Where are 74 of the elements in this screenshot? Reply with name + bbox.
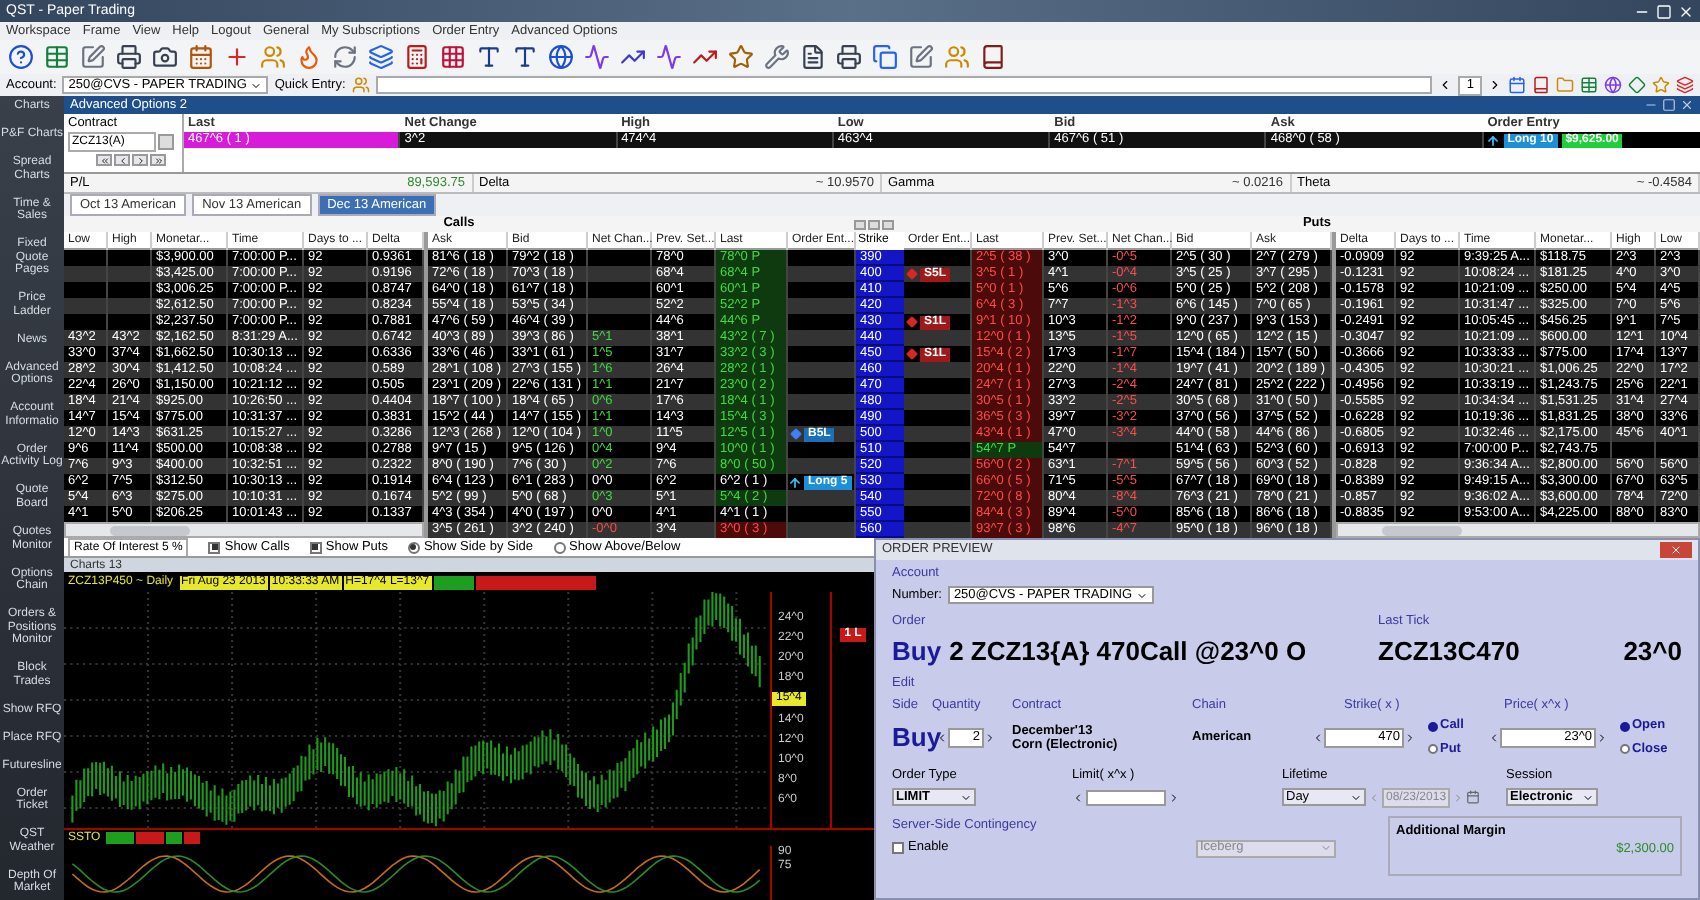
text-icon[interactable] (512, 44, 538, 70)
radio-button[interactable] (1428, 744, 1438, 755)
checkbox[interactable] (892, 842, 904, 855)
wave-icon[interactable] (656, 44, 682, 70)
folder-icon[interactable] (1556, 76, 1574, 94)
document-icon[interactable] (800, 44, 826, 70)
close-icon[interactable] (1680, 98, 1694, 112)
plus-icon[interactable] (224, 44, 250, 70)
help-icon[interactable] (8, 44, 34, 70)
nav-button[interactable] (132, 154, 148, 166)
layers-icon[interactable] (1676, 76, 1694, 94)
up-arrow-icon (788, 475, 802, 489)
nav-button[interactable] (96, 154, 112, 166)
caret-icon (250, 79, 263, 91)
radio-button[interactable] (1428, 721, 1438, 732)
caret-icon (1136, 589, 1149, 602)
calendar-icon[interactable] (188, 44, 214, 70)
close-icon (1670, 544, 1682, 556)
grid-icon[interactable] (440, 44, 466, 70)
diamond-icon[interactable] (1628, 76, 1646, 94)
flame-icon[interactable] (296, 44, 322, 70)
wave-icon[interactable] (584, 44, 610, 70)
diamond-icon (790, 428, 802, 440)
price-text: 23^0 (1623, 634, 1682, 671)
radio-button[interactable] (1620, 721, 1630, 732)
printer-icon[interactable] (836, 44, 862, 70)
text-icon[interactable] (476, 44, 502, 70)
printer-icon[interactable] (116, 44, 142, 70)
book-icon[interactable] (1532, 76, 1550, 94)
diamond-icon (906, 268, 918, 280)
pen-icon[interactable] (908, 44, 934, 70)
caret-icon (1582, 791, 1594, 803)
copy-icon[interactable] (872, 44, 898, 70)
limit-field[interactable] (1086, 789, 1166, 805)
radio-button[interactable] (407, 541, 420, 553)
side-value: Buy (892, 720, 936, 757)
calculator-icon[interactable] (404, 44, 430, 70)
camera-icon[interactable] (152, 44, 178, 70)
caret-icon (1350, 791, 1362, 803)
layers-icon[interactable] (368, 44, 394, 70)
maximize-icon[interactable] (1662, 98, 1676, 112)
quick-entry-field[interactable] (375, 76, 1433, 94)
table-icon[interactable] (44, 44, 70, 70)
radio-button[interactable] (553, 541, 566, 553)
order-side: Buy (892, 634, 942, 671)
people-icon[interactable] (351, 76, 370, 94)
scrollbar[interactable] (64, 522, 424, 538)
symbol-text: ZCZ13C470 (1378, 634, 1520, 671)
star-icon[interactable] (1652, 76, 1670, 94)
calendar-icon[interactable] (1508, 76, 1526, 94)
order-summary: 2 ZCZ13{A} 470Call @23^0 O (949, 634, 1307, 671)
pen-icon[interactable] (80, 44, 106, 70)
diamond-icon (906, 316, 918, 328)
up-arrow-icon (1485, 133, 1500, 147)
nav-button[interactable] (150, 154, 166, 166)
checkbox[interactable] (208, 541, 221, 553)
calendar-icon[interactable] (1466, 790, 1481, 804)
caret-icon (1320, 842, 1332, 855)
star-icon[interactable] (728, 44, 754, 70)
close-button[interactable] (1660, 542, 1692, 558)
checkbox[interactable] (309, 541, 322, 553)
scrollbar[interactable] (1336, 522, 1700, 538)
people-icon[interactable] (944, 44, 970, 70)
nav-button[interactable] (114, 154, 130, 166)
globe-icon[interactable] (1604, 76, 1622, 94)
wrench-icon[interactable] (764, 44, 790, 70)
diamond-icon (906, 348, 918, 360)
globe-icon[interactable] (548, 44, 574, 70)
refresh-icon[interactable] (332, 44, 358, 70)
people-icon[interactable] (260, 44, 286, 70)
table-icon[interactable] (1580, 76, 1598, 94)
radio-button[interactable] (1620, 744, 1630, 755)
caret-icon (960, 791, 972, 803)
book-icon[interactable] (980, 44, 1006, 70)
